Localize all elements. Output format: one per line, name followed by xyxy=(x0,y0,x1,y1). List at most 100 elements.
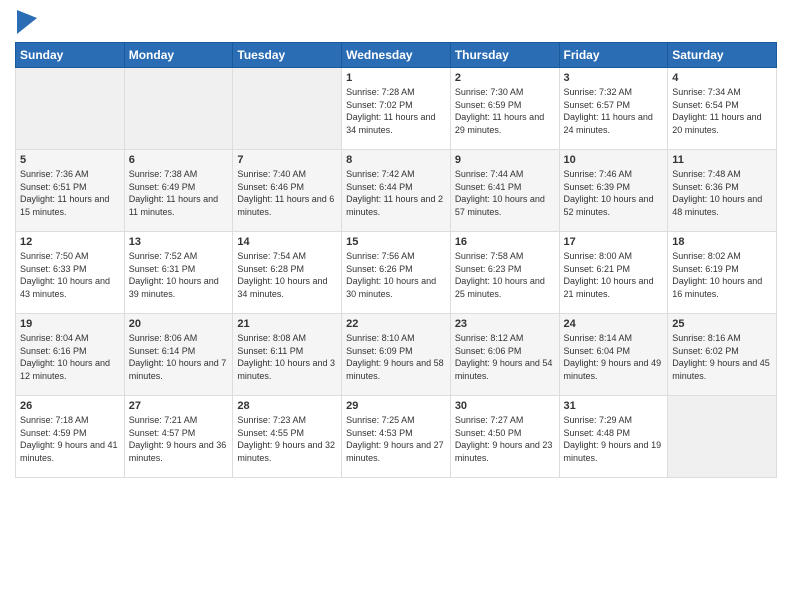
day-number: 12 xyxy=(20,236,120,248)
day-number: 11 xyxy=(672,154,772,166)
day-number: 15 xyxy=(346,236,446,248)
header xyxy=(15,10,777,34)
calendar-cell: 26 Sunrise: 7:18 AMSunset: 4:59 PMDayligh… xyxy=(16,396,125,478)
day-info: Sunrise: 7:32 AMSunset: 6:57 PMDaylight:… xyxy=(564,86,664,136)
day-number: 17 xyxy=(564,236,664,248)
weekday-header: Sunday xyxy=(16,43,125,68)
weekday-header: Tuesday xyxy=(233,43,342,68)
calendar-cell: 27 Sunrise: 7:21 AMSunset: 4:57 PMDayligh… xyxy=(124,396,233,478)
calendar-cell: 25 Sunrise: 8:16 AMSunset: 6:02 PMDayligh… xyxy=(668,314,777,396)
calendar-cell: 9 Sunrise: 7:44 AMSunset: 6:41 PMDaylight… xyxy=(450,150,559,232)
calendar-cell: 8 Sunrise: 7:42 AMSunset: 6:44 PMDaylight… xyxy=(342,150,451,232)
calendar-cell: 21Sunrise: 8:08 AMSunset: 6:11 PMDayligh… xyxy=(233,314,342,396)
day-number: 22 xyxy=(346,318,446,330)
calendar-cell xyxy=(124,68,233,150)
calendar-cell: 6Sunrise: 7:38 AMSunset: 6:49 PMDaylight… xyxy=(124,150,233,232)
day-number: 23 xyxy=(455,318,555,330)
day-number: 13 xyxy=(129,236,229,248)
day-info: Sunrise: 7:23 AMSunset: 4:55 PMDaylight:… xyxy=(237,414,337,464)
day-info: Sunrise: 8:04 AMSunset: 6:16 PMDaylight:… xyxy=(20,332,120,382)
weekday-header-row: SundayMondayTuesdayWednesdayThursdayFrid… xyxy=(16,43,777,68)
day-info: Sunrise: 7:25 AMSunset: 4:53 PMDaylight:… xyxy=(346,414,446,464)
day-info: Sunrise: 8:02 AMSunset: 6:19 PMDaylight:… xyxy=(672,250,772,300)
calendar-week-row: 12Sunrise: 7:50 AMSunset: 6:33 PMDayligh… xyxy=(16,232,777,314)
weekday-header: Thursday xyxy=(450,43,559,68)
day-info: Sunrise: 7:58 AMSunset: 6:23 PMDaylight:… xyxy=(455,250,555,300)
page: SundayMondayTuesdayWednesdayThursdayFrid… xyxy=(0,0,792,612)
weekday-header: Friday xyxy=(559,43,668,68)
day-number: 20 xyxy=(129,318,229,330)
calendar-cell: 23 Sunrise: 8:12 AMSunset: 6:06 PMDayligh… xyxy=(450,314,559,396)
calendar-cell: 15 Sunrise: 7:56 AMSunset: 6:26 PMDayligh… xyxy=(342,232,451,314)
day-number: 26 xyxy=(20,400,120,412)
calendar-cell: 28 Sunrise: 7:23 AMSunset: 4:55 PMDayligh… xyxy=(233,396,342,478)
day-info: Sunrise: 7:38 AMSunset: 6:49 PMDaylight:… xyxy=(129,168,229,218)
calendar-cell: 24Sunrise: 8:14 AMSunset: 6:04 PMDayligh… xyxy=(559,314,668,396)
day-info: Sunrise: 7:48 AMSunset: 6:36 PMDaylight:… xyxy=(672,168,772,218)
day-info: Sunrise: 8:12 AMSunset: 6:06 PMDaylight:… xyxy=(455,332,555,382)
day-info: Sunrise: 7:28 AMSunset: 7:02 PMDaylight:… xyxy=(346,86,446,136)
calendar-cell: 29 Sunrise: 7:25 AMSunset: 4:53 PMDayligh… xyxy=(342,396,451,478)
day-number: 16 xyxy=(455,236,555,248)
calendar-cell: 5 Sunrise: 7:36 AMSunset: 6:51 PMDaylight… xyxy=(16,150,125,232)
calendar-cell: 22 Sunrise: 8:10 AMSunset: 6:09 PMDayligh… xyxy=(342,314,451,396)
logo xyxy=(15,10,37,34)
day-info: Sunrise: 7:34 AMSunset: 6:54 PMDaylight:… xyxy=(672,86,772,136)
day-number: 9 xyxy=(455,154,555,166)
calendar-cell: 3 Sunrise: 7:32 AMSunset: 6:57 PMDaylight… xyxy=(559,68,668,150)
day-number: 19 xyxy=(20,318,120,330)
day-number: 29 xyxy=(346,400,446,412)
calendar-cell: 2 Sunrise: 7:30 AMSunset: 6:59 PMDaylight… xyxy=(450,68,559,150)
calendar-cell: 10Sunrise: 7:46 AMSunset: 6:39 PMDayligh… xyxy=(559,150,668,232)
day-number: 7 xyxy=(237,154,337,166)
calendar-week-row: 19 Sunrise: 8:04 AMSunset: 6:16 PMDayligh… xyxy=(16,314,777,396)
logo-icon xyxy=(17,10,37,34)
day-number: 28 xyxy=(237,400,337,412)
weekday-header: Saturday xyxy=(668,43,777,68)
day-info: Sunrise: 8:10 AMSunset: 6:09 PMDaylight:… xyxy=(346,332,446,382)
day-info: Sunrise: 7:46 AMSunset: 6:39 PMDaylight:… xyxy=(564,168,664,218)
day-number: 30 xyxy=(455,400,555,412)
day-info: Sunrise: 7:40 AMSunset: 6:46 PMDaylight:… xyxy=(237,168,337,218)
calendar-cell: 20Sunrise: 8:06 AMSunset: 6:14 PMDayligh… xyxy=(124,314,233,396)
day-number: 8 xyxy=(346,154,446,166)
day-number: 31 xyxy=(564,400,664,412)
calendar-cell: 17Sunrise: 8:00 AMSunset: 6:21 PMDayligh… xyxy=(559,232,668,314)
day-info: Sunrise: 8:08 AMSunset: 6:11 PMDaylight:… xyxy=(237,332,337,382)
day-number: 25 xyxy=(672,318,772,330)
day-info: Sunrise: 7:42 AMSunset: 6:44 PMDaylight:… xyxy=(346,168,446,218)
calendar-cell: 18Sunrise: 8:02 AMSunset: 6:19 PMDayligh… xyxy=(668,232,777,314)
calendar-cell: 14 Sunrise: 7:54 AMSunset: 6:28 PMDayligh… xyxy=(233,232,342,314)
calendar-cell: 13Sunrise: 7:52 AMSunset: 6:31 PMDayligh… xyxy=(124,232,233,314)
day-number: 14 xyxy=(237,236,337,248)
calendar-cell xyxy=(233,68,342,150)
day-info: Sunrise: 7:36 AMSunset: 6:51 PMDaylight:… xyxy=(20,168,120,218)
day-info: Sunrise: 7:44 AMSunset: 6:41 PMDaylight:… xyxy=(455,168,555,218)
day-number: 4 xyxy=(672,72,772,84)
calendar-cell: 11 Sunrise: 7:48 AMSunset: 6:36 PMDayligh… xyxy=(668,150,777,232)
day-info: Sunrise: 7:54 AMSunset: 6:28 PMDaylight:… xyxy=(237,250,337,300)
calendar-cell: 12Sunrise: 7:50 AMSunset: 6:33 PMDayligh… xyxy=(16,232,125,314)
day-number: 27 xyxy=(129,400,229,412)
calendar-cell: 30 Sunrise: 7:27 AMSunset: 4:50 PMDayligh… xyxy=(450,396,559,478)
calendar-week-row: 26 Sunrise: 7:18 AMSunset: 4:59 PMDayligh… xyxy=(16,396,777,478)
calendar-cell xyxy=(16,68,125,150)
calendar: SundayMondayTuesdayWednesdayThursdayFrid… xyxy=(15,42,777,478)
day-number: 3 xyxy=(564,72,664,84)
day-info: Sunrise: 8:16 AMSunset: 6:02 PMDaylight:… xyxy=(672,332,772,382)
day-number: 5 xyxy=(20,154,120,166)
day-number: 2 xyxy=(455,72,555,84)
calendar-cell: 1 Sunrise: 7:28 AMSunset: 7:02 PMDaylight… xyxy=(342,68,451,150)
weekday-header: Wednesday xyxy=(342,43,451,68)
day-number: 1 xyxy=(346,72,446,84)
day-info: Sunrise: 7:21 AMSunset: 4:57 PMDaylight:… xyxy=(129,414,229,464)
calendar-cell: 31 Sunrise: 7:29 AMSunset: 4:48 PMDayligh… xyxy=(559,396,668,478)
calendar-cell: 7 Sunrise: 7:40 AMSunset: 6:46 PMDaylight… xyxy=(233,150,342,232)
day-info: Sunrise: 7:29 AMSunset: 4:48 PMDaylight:… xyxy=(564,414,664,464)
day-info: Sunrise: 7:56 AMSunset: 6:26 PMDaylight:… xyxy=(346,250,446,300)
day-info: Sunrise: 7:27 AMSunset: 4:50 PMDaylight:… xyxy=(455,414,555,464)
weekday-header: Monday xyxy=(124,43,233,68)
calendar-week-row: 1 Sunrise: 7:28 AMSunset: 7:02 PMDaylight… xyxy=(16,68,777,150)
day-info: Sunrise: 7:18 AMSunset: 4:59 PMDaylight:… xyxy=(20,414,120,464)
day-info: Sunrise: 7:30 AMSunset: 6:59 PMDaylight:… xyxy=(455,86,555,136)
